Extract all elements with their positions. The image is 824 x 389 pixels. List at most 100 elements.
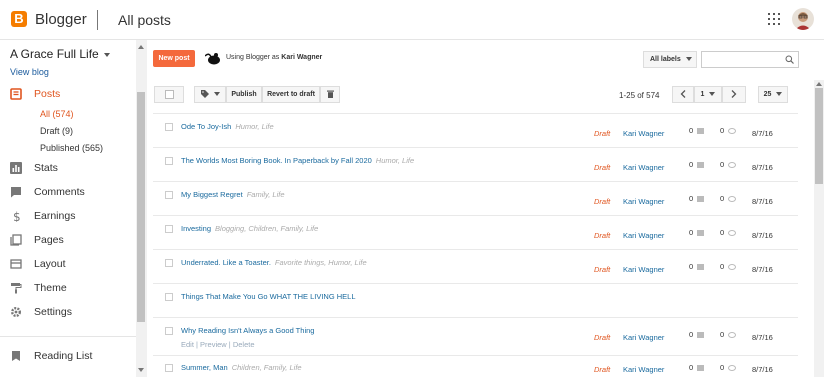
post-author[interactable]: Kari Wagner bbox=[623, 265, 664, 274]
title-divider bbox=[97, 10, 98, 30]
post-title[interactable]: My Biggest Regret Family, Life bbox=[181, 190, 285, 199]
sidebar-item-label: Earnings bbox=[34, 210, 76, 222]
select-all-checkbox[interactable] bbox=[154, 86, 184, 103]
label-dropdown-button[interactable] bbox=[194, 86, 226, 103]
post-date: 8/7/16 bbox=[752, 365, 773, 374]
post-title[interactable]: Underrated. Like a Toaster. Favorite thin… bbox=[181, 258, 367, 267]
new-post-button[interactable]: New post bbox=[153, 50, 195, 67]
paint-roller-icon bbox=[11, 283, 22, 294]
brand-name[interactable]: Blogger bbox=[35, 11, 87, 28]
eye-icon bbox=[728, 162, 737, 169]
posts-filter-all[interactable]: All (574) bbox=[40, 109, 74, 119]
table-row[interactable]: Investing Blogging, Children, Family, Lif… bbox=[153, 215, 798, 249]
posts-icon bbox=[10, 88, 22, 100]
post-labels: Family, Life bbox=[246, 190, 285, 199]
pages-icon bbox=[10, 234, 22, 246]
all-labels-dropdown[interactable]: All labels bbox=[643, 51, 697, 68]
post-title[interactable]: Ode To Joy-Ish Humor, Life bbox=[181, 122, 274, 131]
table-row[interactable]: Summer, Man Children, Family, Life Draft … bbox=[153, 355, 798, 389]
delete-button[interactable] bbox=[320, 86, 340, 103]
post-status: Draft bbox=[594, 129, 611, 138]
pagination-info: 1-25 of 574 bbox=[619, 91, 660, 100]
blog-selector[interactable]: A Grace Full Life bbox=[10, 47, 110, 61]
sidebar-scroll-thumb[interactable] bbox=[137, 92, 145, 322]
revert-to-draft-button[interactable]: Revert to draft bbox=[262, 86, 320, 103]
layout-icon bbox=[10, 259, 22, 269]
post-author[interactable]: Kari Wagner bbox=[623, 163, 664, 172]
eye-icon bbox=[728, 196, 737, 203]
search-icon[interactable] bbox=[785, 55, 794, 64]
chevron-down-icon bbox=[103, 52, 110, 57]
row-checkbox[interactable] bbox=[165, 327, 173, 335]
eye-icon bbox=[728, 128, 737, 135]
checkbox[interactable] bbox=[164, 90, 174, 99]
view-count: 0 bbox=[720, 363, 737, 372]
post-title[interactable]: Things That Make You Go WHAT THE LIVING … bbox=[181, 292, 356, 301]
page-size-dropdown[interactable]: 25 bbox=[758, 86, 788, 103]
post-author[interactable]: Kari Wagner bbox=[623, 231, 664, 240]
row-checkbox[interactable] bbox=[165, 157, 173, 165]
blog-name: A Grace Full Life bbox=[10, 47, 99, 61]
post-title[interactable]: The Worlds Most Boring Book. In Paperbac… bbox=[181, 156, 414, 165]
blogger-logo-icon[interactable]: B bbox=[11, 11, 27, 27]
sidebar-item-label: Layout bbox=[34, 258, 66, 270]
post-author[interactable]: Kari Wagner bbox=[623, 197, 664, 206]
post-status: Draft bbox=[594, 365, 611, 374]
sidebar-scrollbar[interactable] bbox=[136, 40, 147, 377]
row-actions[interactable]: Edit | Preview | Delete bbox=[181, 340, 255, 349]
post-author[interactable]: Kari Wagner bbox=[623, 365, 664, 374]
view-blog-link[interactable]: View blog bbox=[10, 67, 49, 77]
comment-icon bbox=[697, 365, 705, 372]
publish-button[interactable]: Publish bbox=[226, 86, 262, 103]
chevron-down-icon bbox=[213, 92, 220, 97]
scroll-down-icon[interactable] bbox=[138, 368, 144, 372]
comment-count: 0 bbox=[689, 160, 705, 169]
page-title: All posts bbox=[118, 12, 171, 28]
table-row[interactable]: My Biggest Regret Family, Life Draft Kari… bbox=[153, 181, 798, 215]
top-bar: B Blogger All posts bbox=[0, 0, 824, 40]
row-checkbox[interactable] bbox=[165, 364, 173, 372]
main-scrollbar[interactable] bbox=[814, 80, 824, 377]
apps-grid-icon[interactable] bbox=[768, 13, 780, 25]
bookmark-icon bbox=[12, 351, 20, 361]
chevron-down-icon bbox=[776, 92, 783, 97]
row-checkbox[interactable] bbox=[165, 123, 173, 131]
table-row[interactable]: Underrated. Like a Toaster. Favorite thin… bbox=[153, 249, 798, 283]
post-status: Draft bbox=[594, 231, 611, 240]
row-checkbox[interactable] bbox=[165, 259, 173, 267]
account-avatar[interactable] bbox=[792, 8, 814, 30]
stats-icon bbox=[10, 162, 22, 174]
row-checkbox[interactable] bbox=[165, 191, 173, 199]
table-row[interactable]: Things That Make You Go WHAT THE LIVING … bbox=[153, 283, 798, 317]
post-author[interactable]: Kari Wagner bbox=[623, 333, 664, 342]
table-row[interactable]: Why Reading Isn't Always a Good Thing Ed… bbox=[153, 317, 798, 355]
post-author[interactable]: Kari Wagner bbox=[623, 129, 664, 138]
post-title[interactable]: Why Reading Isn't Always a Good Thing bbox=[181, 326, 314, 335]
posts-filter-draft[interactable]: Draft (9) bbox=[40, 126, 73, 136]
post-labels: Favorite things, Humor, Life bbox=[274, 258, 367, 267]
next-page-button[interactable] bbox=[722, 86, 746, 103]
comment-count: 0 bbox=[689, 330, 705, 339]
table-row[interactable]: The Worlds Most Boring Book. In Paperbac… bbox=[153, 147, 798, 181]
sidebar-item-label: Posts bbox=[34, 88, 61, 100]
table-row[interactable]: Ode To Joy-Ish Humor, Life Draft Kari Wag… bbox=[153, 113, 798, 147]
row-checkbox[interactable] bbox=[165, 225, 173, 233]
post-title[interactable]: Summer, Man Children, Family, Life bbox=[181, 363, 302, 372]
posts-filter-published[interactable]: Published (565) bbox=[40, 143, 103, 153]
scroll-up-icon[interactable] bbox=[816, 82, 822, 86]
comment-icon bbox=[697, 264, 705, 271]
scroll-up-icon[interactable] bbox=[138, 45, 144, 49]
main-scroll-thumb[interactable] bbox=[815, 88, 823, 184]
sidebar-item-label: Reading List bbox=[34, 350, 93, 362]
page-number-dropdown[interactable]: 1 bbox=[694, 86, 722, 103]
search-input[interactable] bbox=[701, 51, 799, 68]
post-title[interactable]: Investing Blogging, Children, Family, Lif… bbox=[181, 224, 318, 233]
sidebar-item-label: Settings bbox=[34, 306, 72, 318]
prev-page-button[interactable] bbox=[672, 86, 694, 103]
chevron-down-icon bbox=[685, 57, 692, 62]
user-avatar-icon bbox=[205, 53, 220, 65]
sidebar-item-label: Stats bbox=[34, 162, 58, 174]
post-date: 8/7/16 bbox=[752, 129, 773, 138]
row-checkbox[interactable] bbox=[165, 293, 173, 301]
post-date: 8/7/16 bbox=[752, 231, 773, 240]
